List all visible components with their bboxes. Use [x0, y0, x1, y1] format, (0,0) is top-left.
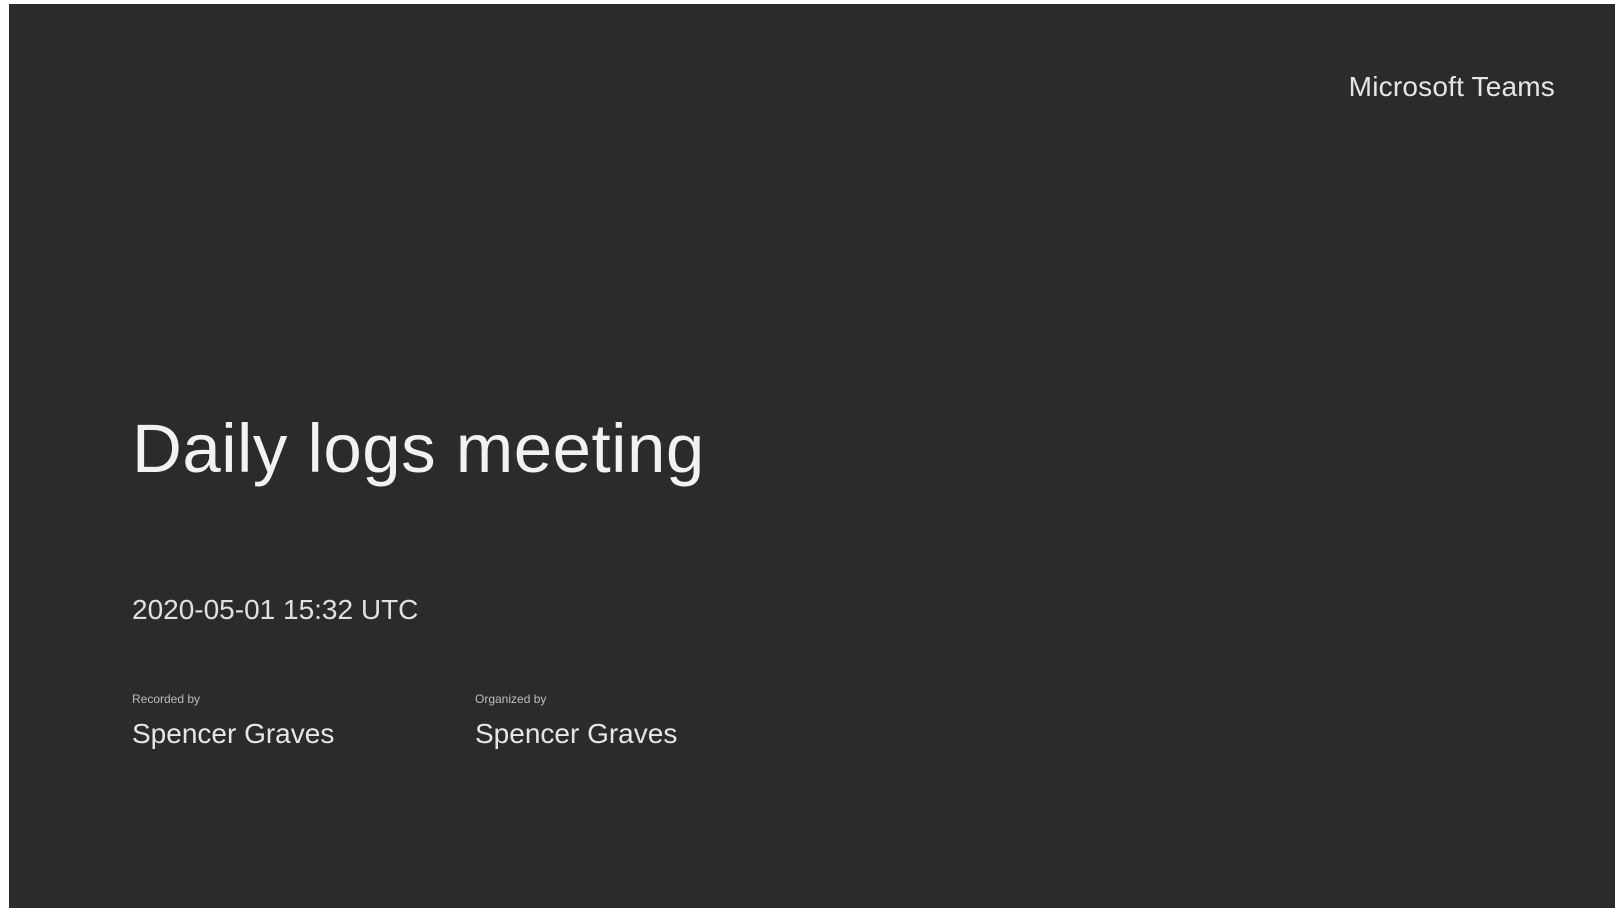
recorded-by-name: Spencer Graves: [132, 718, 335, 749]
organized-by-name: Spencer Graves: [475, 718, 678, 749]
recorded-by-label: Recorded by: [132, 692, 201, 706]
page: Microsoft Teams Daily logs meeting 2020-…: [0, 0, 1615, 912]
recorded-by-block: Recorded by Spencer Graves: [132, 692, 334, 750]
organized-by-label: Organized by: [475, 692, 547, 706]
recording-title-slide: Microsoft Teams Daily logs meeting 2020-…: [9, 4, 1615, 908]
organized-by-block: Organized by Spencer Graves: [475, 692, 677, 750]
meeting-title: Daily logs meeting: [132, 410, 705, 487]
meeting-datetime: 2020-05-01 15:32 UTC: [132, 594, 419, 625]
app-brand-label: Microsoft Teams: [1348, 71, 1555, 102]
